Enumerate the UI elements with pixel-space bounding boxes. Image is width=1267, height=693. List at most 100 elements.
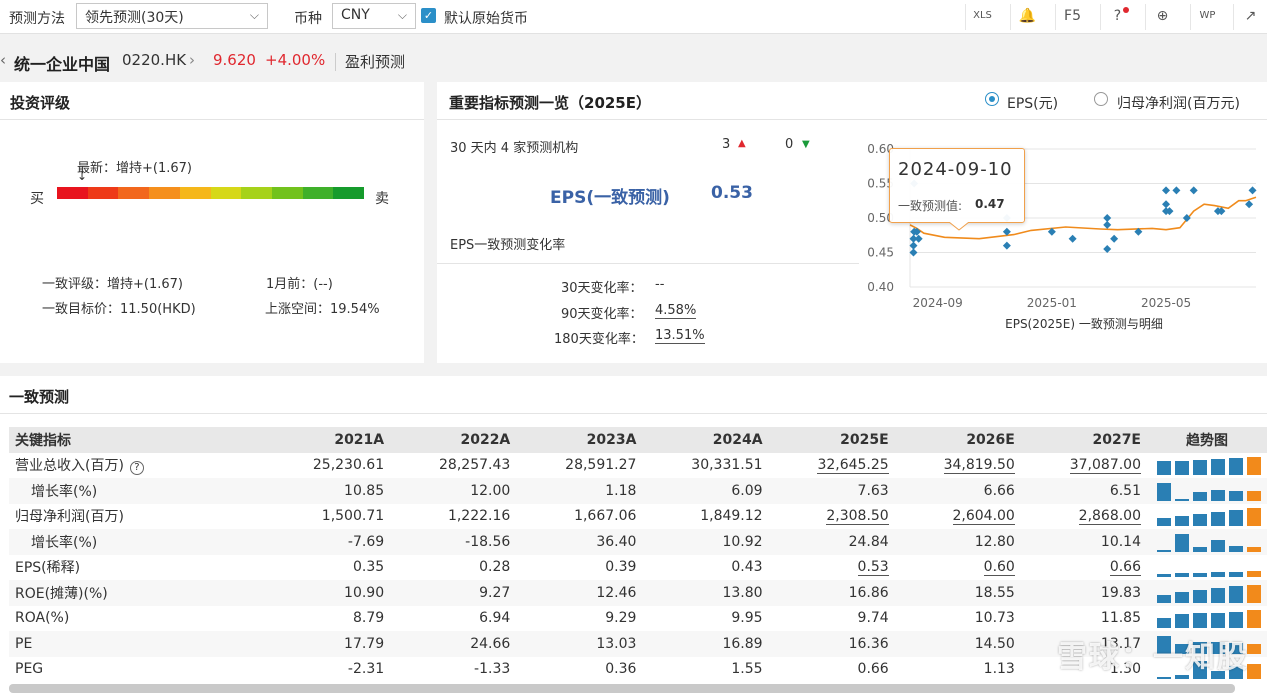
trend-bar: [1247, 584, 1261, 603]
forecast-point[interactable]: [1103, 220, 1112, 229]
chevron-right-icon[interactable]: ›: [189, 51, 195, 69]
f5-label: F5: [1064, 8, 1081, 24]
cell-value[interactable]: 37,087.00: [1021, 453, 1147, 479]
cell-text: 1.18: [605, 482, 637, 499]
trend-bar: [1193, 589, 1207, 603]
cell-text: 6.51: [1109, 482, 1141, 499]
cell-value[interactable]: 34,819.50: [895, 453, 1021, 479]
trend-bar: [1193, 514, 1207, 527]
rating-scale-bar: [57, 187, 365, 199]
info-icon[interactable]: ?: [129, 461, 144, 476]
share-button[interactable]: ↗: [1233, 4, 1267, 30]
chevron-left-icon[interactable]: ‹: [0, 51, 6, 69]
forecast-point[interactable]: [1162, 186, 1171, 195]
cell-value[interactable]: 32,645.25: [769, 453, 895, 479]
radio-profit[interactable]: [1094, 92, 1108, 106]
chg90-value[interactable]: 4.58%: [655, 303, 697, 319]
trend-bar: [1157, 677, 1171, 680]
cell-value: 16.89: [642, 631, 768, 657]
alert-button[interactable]: 🔔: [1010, 4, 1044, 30]
trend-bar: [1157, 618, 1171, 629]
trend-bar: [1175, 516, 1189, 527]
default-currency-checkbox[interactable]: ✓: [421, 8, 436, 23]
trend-cell: [1147, 580, 1267, 606]
forecast-point[interactable]: [1103, 245, 1112, 254]
radio-eps-label[interactable]: EPS(元): [1007, 93, 1058, 113]
rating-segment: [241, 187, 272, 199]
cell-value: 36.40: [516, 529, 642, 555]
metric-name: PEG: [9, 657, 264, 683]
forecast-point[interactable]: [1245, 200, 1254, 209]
stock-price: 9.620: [213, 51, 256, 69]
cell-text: 25,230.61: [312, 457, 385, 474]
trend-bar: [1211, 459, 1225, 476]
cell-text: 30,331.51: [691, 457, 763, 474]
radio-eps[interactable]: [985, 92, 999, 106]
cell-text: 9.74: [857, 610, 889, 627]
cell-value: 6.09: [642, 478, 768, 504]
export-xls-button[interactable]: XLS: [965, 4, 999, 30]
forecast-point[interactable]: [909, 241, 918, 250]
add-button[interactable]: ⊕: [1145, 4, 1179, 30]
table-header-row: 关键指标 2021A 2022A 2023A 2024A 2025E 2026E 2027E 趋…: [9, 427, 1267, 453]
cell-value: 28,591.27: [516, 453, 642, 479]
divider: [0, 413, 1267, 414]
cell-text: 1.13: [983, 661, 1015, 678]
target-price: 一致目标价：11.50(HKD): [42, 302, 196, 317]
cell-value: 9.74: [769, 606, 895, 632]
cell-value[interactable]: 2,868.00: [1021, 504, 1147, 530]
cell-value: 6.94: [390, 606, 516, 632]
chevron-down-icon: ⌵: [397, 8, 407, 22]
export-wp-button[interactable]: WP: [1190, 4, 1224, 30]
trend-bar: [1247, 546, 1261, 552]
cell-text: -2.31: [347, 661, 385, 678]
arrow-down-icon: ↓: [77, 169, 88, 183]
metric-name: 营业总收入(百万)?: [9, 453, 264, 479]
forecast-point[interactable]: [1162, 200, 1171, 209]
stock-change: +4.00%: [265, 51, 326, 69]
horizontal-scrollbar[interactable]: [9, 684, 1235, 693]
method-select[interactable]: 领先预测(30天) ⌵: [76, 3, 268, 29]
cell-text: 37,087.00: [1069, 457, 1141, 475]
trend-bar: [1229, 572, 1243, 578]
forecast-point[interactable]: [914, 234, 923, 243]
forecast-point[interactable]: [1103, 214, 1112, 222]
forecast-point[interactable]: [1110, 234, 1119, 243]
cell-value[interactable]: 2,308.50: [769, 504, 895, 530]
chg180-value[interactable]: 13.51%: [655, 328, 705, 344]
forecast-point[interactable]: [1068, 234, 1077, 243]
cell-value[interactable]: 0.66: [1021, 555, 1147, 581]
method-label: 预测方法: [9, 11, 65, 27]
trend-bar: [1157, 549, 1171, 552]
forecast-point[interactable]: [1172, 186, 1181, 195]
cell-text: 6.09: [731, 482, 763, 499]
cell-text: 9.27: [479, 584, 511, 601]
cell-text: 32,645.25: [817, 457, 889, 475]
forecast-point[interactable]: [909, 248, 918, 257]
help-button[interactable]: ?: [1100, 4, 1134, 30]
cell-value: 24.84: [769, 529, 895, 555]
cell-text: -18.56: [465, 533, 511, 550]
trend-bar: [1193, 573, 1207, 578]
chg30-value: --: [655, 277, 665, 292]
cell-value[interactable]: 2,604.00: [895, 504, 1021, 530]
radio-profit-label[interactable]: 归母净利润(百万元): [1117, 93, 1240, 113]
cell-value[interactable]: 0.53: [769, 555, 895, 581]
rating-segment: [149, 187, 180, 199]
forecast-point[interactable]: [1189, 186, 1198, 195]
cell-value: 1.13: [895, 657, 1021, 683]
change-rate-title: EPS一致预测变化率: [450, 238, 566, 253]
forecast-point[interactable]: [1002, 241, 1011, 250]
cell-value[interactable]: 0.60: [895, 555, 1021, 581]
column-header: 2022A: [460, 431, 511, 448]
refresh-f5-button[interactable]: F5: [1055, 4, 1089, 30]
cell-text: 8.79: [352, 610, 385, 627]
cell-value: 1,667.06: [516, 504, 642, 530]
metric-name: ROA(%): [9, 606, 264, 632]
stock-name[interactable]: 统一企业中国: [14, 51, 110, 75]
currency-select[interactable]: CNY ⌵: [332, 3, 416, 29]
metric-name: 归母净利润(百万): [9, 504, 264, 530]
chg180-label: 180天变化率：: [554, 332, 644, 347]
x-tick-label: 2025-05: [1141, 296, 1191, 310]
forecast-point[interactable]: [1248, 186, 1257, 195]
